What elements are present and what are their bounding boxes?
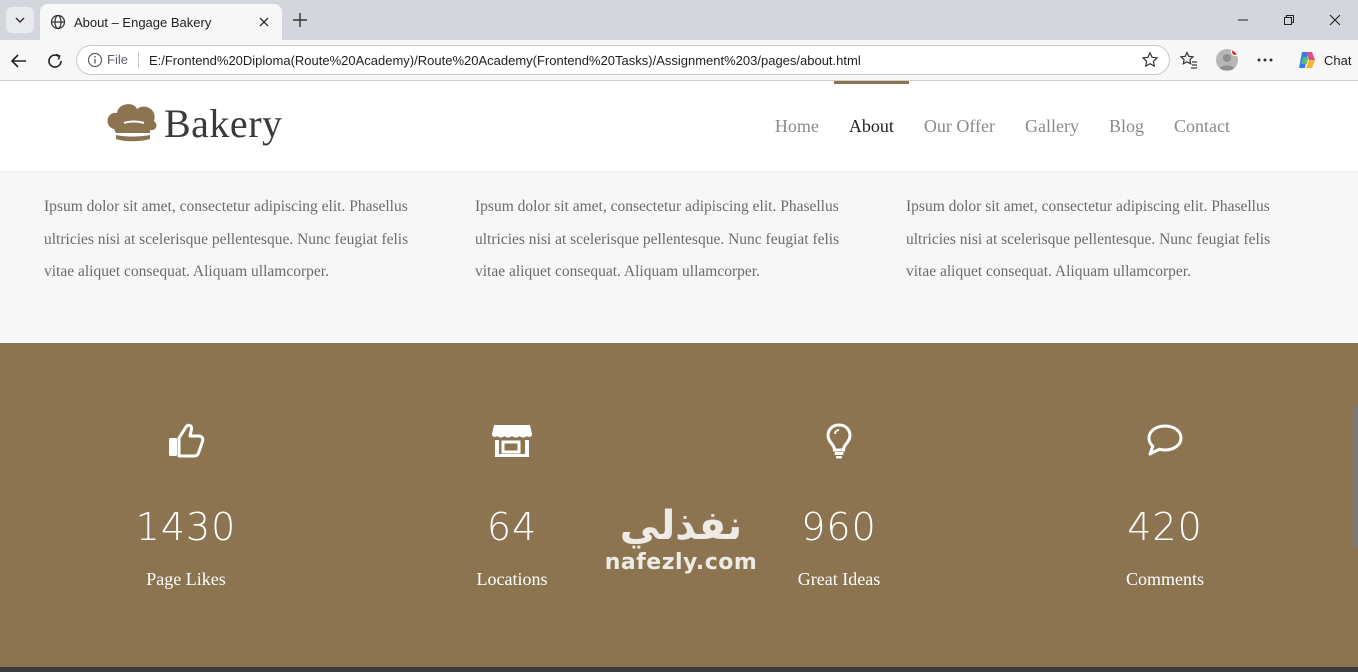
favorites-button[interactable]: [1176, 47, 1202, 73]
feature-text: Ipsum dolor sit amet, consectetur adipis…: [44, 198, 409, 280]
arrow-left-icon: [10, 54, 26, 68]
stat-value: 1430: [135, 505, 237, 549]
copilot-icon: [1299, 52, 1315, 68]
tab-list-button[interactable]: [6, 7, 34, 33]
notification-dot: [1231, 49, 1238, 56]
tab-close-button[interactable]: [256, 14, 272, 30]
site-header: Bakery Home About Our Offer Gallery Blog…: [0, 81, 1358, 171]
nav-contact[interactable]: Contact: [1174, 81, 1230, 171]
browser-tab[interactable]: About – Engage Bakery: [40, 4, 282, 40]
brand-logo[interactable]: Bakery: [104, 99, 283, 147]
profile-button[interactable]: [1214, 47, 1240, 73]
store-icon: [492, 425, 532, 457]
avatar: [1216, 49, 1238, 71]
features-section: Ipsum dolor sit amet, consectetur adipis…: [0, 171, 1358, 343]
back-button[interactable]: [6, 48, 32, 74]
main-nav: Home About Our Offer Gallery Blog Contac…: [775, 81, 1230, 171]
tab-title: About – Engage Bakery: [74, 14, 212, 30]
stat-value: 420: [1127, 505, 1203, 549]
thumbs-up-icon: [169, 423, 205, 458]
reload-button[interactable]: [42, 48, 68, 74]
copilot-chat-button[interactable]: Chat: [1290, 46, 1357, 74]
browser-toolbar: File E:/Frontend%20Diploma(Route%20Acade…: [0, 40, 1358, 81]
browser-tab-bar: About – Engage Bakery: [0, 0, 1358, 40]
feature-text: Ipsum dolor sit amet, consectetur adipis…: [906, 198, 1271, 280]
chat-label: Chat: [1324, 52, 1352, 68]
favorites-icon: [1179, 51, 1197, 69]
page-scrollbar[interactable]: [1353, 406, 1358, 548]
close-icon: [259, 17, 269, 27]
feature-text: Ipsum dolor sit amet, consectetur adipis…: [475, 198, 840, 280]
toolbar-right: Chat: [1176, 46, 1357, 74]
window-controls: [1220, 0, 1358, 40]
stat-item: 1430 Page Likes: [56, 423, 316, 590]
minimize-icon: [1238, 19, 1248, 21]
nav-about[interactable]: About: [833, 81, 909, 171]
close-icon: [1329, 14, 1341, 26]
more-horizontal-icon: [1257, 58, 1273, 62]
more-options-button[interactable]: [1252, 47, 1278, 73]
close-window-button[interactable]: [1312, 0, 1358, 40]
page-viewport: Bakery Home About Our Offer Gallery Blog…: [0, 81, 1358, 672]
nav-gallery[interactable]: Gallery: [1025, 81, 1079, 171]
url-text[interactable]: E:/Frontend%20Diploma(Route%20Academy)/R…: [149, 53, 1141, 68]
star-icon[interactable]: [1141, 51, 1159, 69]
stat-label: Comments: [1125, 569, 1204, 589]
lightbulb-icon: [826, 423, 852, 459]
chevron-down-icon: [15, 17, 25, 24]
info-icon[interactable]: [87, 52, 103, 68]
globe-icon: [50, 14, 66, 30]
watermark-arabic: نفذلي: [619, 503, 743, 549]
address-bar[interactable]: File E:/Frontend%20Diploma(Route%20Acade…: [76, 45, 1170, 75]
comment-icon: [1147, 424, 1183, 456]
reload-icon: [48, 53, 62, 68]
nav-home[interactable]: Home: [775, 81, 819, 171]
scheme-label: File: [107, 52, 139, 68]
brand-name: Bakery: [164, 100, 283, 146]
restore-button[interactable]: [1266, 0, 1312, 40]
stat-item: 420 Comments: [1035, 423, 1295, 590]
watermark: نفذلي nafezly.com: [596, 504, 766, 578]
watermark-latin: nafezly.com: [604, 550, 758, 575]
stat-label: Page Likes: [146, 569, 226, 589]
footer-edge: [0, 667, 1358, 672]
restore-icon: [1284, 15, 1294, 25]
new-tab-button[interactable]: [288, 8, 312, 32]
chef-hat-icon: [107, 104, 157, 142]
plus-icon: [293, 13, 307, 27]
nav-blog[interactable]: Blog: [1109, 81, 1144, 171]
minimize-button[interactable]: [1220, 0, 1266, 40]
nav-our-offer[interactable]: Our Offer: [924, 81, 995, 171]
